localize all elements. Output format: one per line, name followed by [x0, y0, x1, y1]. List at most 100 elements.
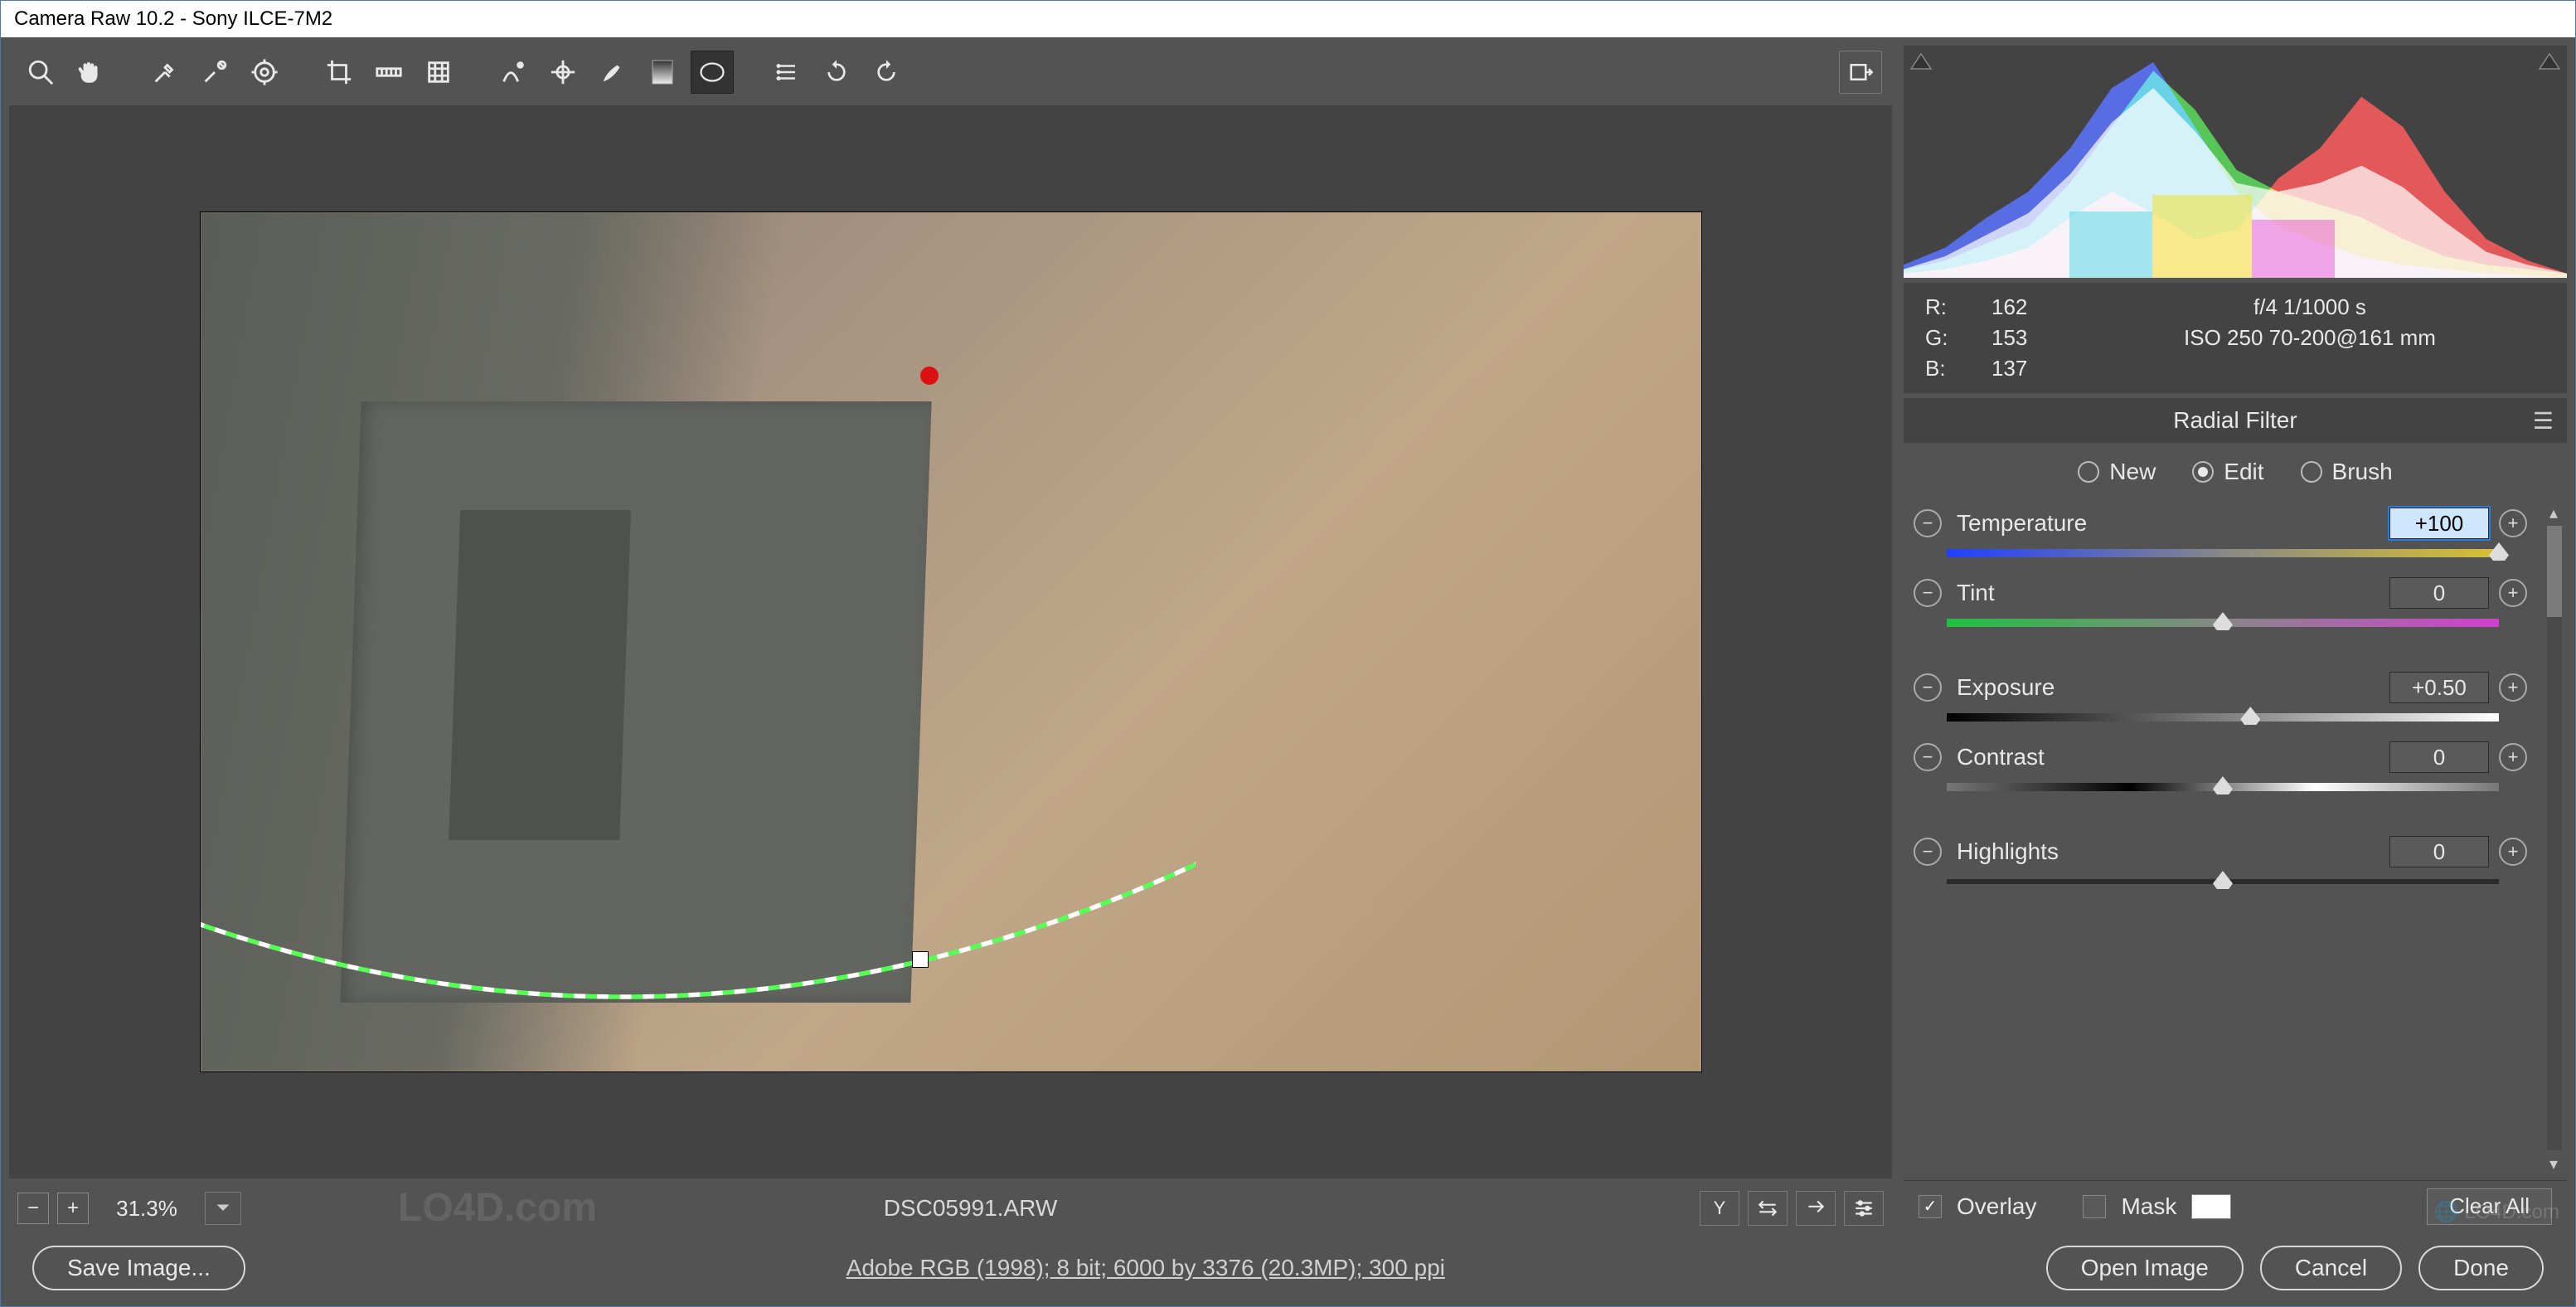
slider-label: Contrast: [1957, 744, 2380, 770]
copy-settings-button[interactable]: [1796, 1191, 1836, 1226]
slider-track[interactable]: [1947, 874, 2499, 889]
slider-value[interactable]: 0: [2389, 741, 2489, 773]
sliders-list: ▴ ▾ −Temperature+100+−Tint0+−Exposure+0.…: [1904, 501, 2567, 1175]
histogram[interactable]: [1904, 46, 2567, 278]
slider-value[interactable]: +0.50: [2389, 672, 2489, 703]
before-after-button[interactable]: Y: [1700, 1191, 1739, 1226]
r-label: R:: [1925, 294, 1991, 320]
plus-icon[interactable]: +: [2499, 743, 2527, 771]
highlight-clip-icon[interactable]: [2537, 51, 2562, 72]
preferences-icon[interactable]: [765, 51, 808, 94]
zoom-dropdown[interactable]: [205, 1192, 241, 1225]
zoom-level: 31.3%: [97, 1192, 196, 1225]
slider-track[interactable]: [1947, 780, 2499, 794]
slider-track[interactable]: [1947, 546, 2499, 561]
mask-label: Mask: [2121, 1193, 2176, 1220]
mask-checkbox[interactable]: [2083, 1195, 2106, 1218]
minus-icon[interactable]: −: [1914, 509, 1942, 537]
open-image-button[interactable]: Open Image: [2046, 1246, 2244, 1290]
slider-exposure: −Exposure +0.50 +: [1914, 672, 2557, 731]
bottom-bar: Save Image... LO4D.com Adobe RGB (1998);…: [9, 1238, 2567, 1298]
straighten-icon[interactable]: [367, 51, 410, 94]
minus-icon[interactable]: −: [1914, 673, 1942, 702]
rotate-left-icon[interactable]: [815, 51, 858, 94]
scroll-down-icon[interactable]: ▾: [2542, 1152, 2565, 1175]
clear-all-button[interactable]: Clear All: [2427, 1188, 2552, 1225]
slider-tint: −Tint 0 +: [1914, 577, 2557, 637]
graduated-filter-icon[interactable]: [641, 51, 684, 94]
scroll-up-icon[interactable]: ▴: [2542, 501, 2565, 524]
radial-filter-icon[interactable]: [691, 51, 734, 94]
minus-icon[interactable]: −: [1914, 743, 1942, 771]
adjustment-brush-icon[interactable]: [591, 51, 634, 94]
slider-thumb[interactable]: [2489, 542, 2509, 561]
slider-thumb[interactable]: [2213, 776, 2233, 794]
slider-contrast: −Contrast 0 +: [1914, 741, 2557, 801]
workflow-options-link[interactable]: Adobe RGB (1998); 8 bit; 6000 by 3376 (2…: [847, 1255, 1445, 1281]
slider-highlights: −Highlights 0 +: [1914, 836, 2557, 896]
mask-color-swatch[interactable]: [2191, 1194, 2231, 1219]
preview-status-bar: − + 31.3% DSC05991.ARW Y: [9, 1185, 1892, 1232]
b-value: 137: [1991, 356, 2074, 381]
plus-icon[interactable]: +: [2499, 673, 2527, 702]
slider-thumb[interactable]: [2240, 707, 2260, 725]
overlay-checkbox[interactable]: ✓: [1919, 1195, 1942, 1218]
spot-removal-icon[interactable]: [492, 51, 535, 94]
overlay-handle[interactable]: [913, 952, 928, 967]
cancel-button[interactable]: Cancel: [2260, 1246, 2402, 1290]
eyedropper-icon[interactable]: [143, 51, 187, 94]
slider-value[interactable]: +100: [2389, 508, 2489, 539]
slider-thumb[interactable]: [2213, 612, 2233, 630]
g-value: 153: [1991, 325, 2074, 351]
minus-icon[interactable]: −: [1914, 579, 1942, 607]
done-button[interactable]: Done: [2418, 1246, 2544, 1290]
slider-track[interactable]: [1947, 615, 2499, 630]
rotate-right-icon[interactable]: [865, 51, 908, 94]
exif-line2: ISO 250 70-200@161 mm: [2074, 325, 2545, 351]
adjustments-panel: R:162 f/4 1/1000 s G:153 ISO 250 70-200@…: [1904, 46, 2567, 1232]
zoom-out-button[interactable]: −: [17, 1193, 49, 1224]
slider-label: Exposure: [1957, 674, 2380, 701]
b-label: B:: [1925, 356, 1991, 381]
panel-title: Radial Filter ☰: [1904, 398, 2567, 443]
export-icon[interactable]: [1839, 51, 1882, 94]
scrollbar-thumb[interactable]: [2547, 526, 2562, 617]
window-titlebar: Camera Raw 10.2 - Sony ILCE-7M2: [1, 1, 2575, 37]
slider-value[interactable]: 0: [2389, 577, 2489, 609]
sample-point[interactable]: [920, 367, 939, 385]
minus-icon[interactable]: −: [1914, 838, 1942, 866]
redeye-icon[interactable]: [541, 51, 585, 94]
zoom-icon[interactable]: [19, 51, 62, 94]
sliders-button[interactable]: [1844, 1191, 1884, 1226]
radio-icon: [2192, 461, 2214, 483]
overlay-row: ✓ Overlay Mask Clear All: [1904, 1180, 2567, 1232]
slider-thumb[interactable]: [2213, 871, 2233, 889]
plus-icon[interactable]: +: [2499, 838, 2527, 866]
plus-icon[interactable]: +: [2499, 509, 2527, 537]
mode-edit[interactable]: Edit: [2192, 459, 2263, 485]
hand-icon[interactable]: [69, 51, 112, 94]
radio-icon: [2301, 461, 2322, 483]
shadow-clip-icon[interactable]: [1909, 51, 1933, 72]
slider-value[interactable]: 0: [2389, 836, 2489, 867]
g-label: G:: [1925, 325, 1991, 351]
slider-track[interactable]: [1947, 710, 2499, 725]
slider-label: Tint: [1957, 580, 2380, 606]
scrollbar-track[interactable]: [2547, 526, 2562, 1150]
image-preview[interactable]: [9, 105, 1892, 1178]
radial-filter-overlay[interactable]: [201, 814, 1196, 1071]
exif-line1: f/4 1/1000 s: [2074, 294, 2545, 320]
save-image-button[interactable]: Save Image...: [32, 1246, 245, 1290]
filter-mode-row: New Edit Brush: [1904, 448, 2567, 496]
transform-icon[interactable]: [417, 51, 460, 94]
crop-icon[interactable]: [318, 51, 361, 94]
mode-new[interactable]: New: [2078, 459, 2156, 485]
color-sampler-icon[interactable]: [193, 51, 236, 94]
zoom-in-button[interactable]: +: [57, 1193, 89, 1224]
plus-icon[interactable]: +: [2499, 579, 2527, 607]
swap-button[interactable]: [1748, 1191, 1788, 1226]
panel-menu-icon[interactable]: ☰: [2533, 407, 2554, 435]
targeted-adjust-icon[interactable]: [243, 51, 286, 94]
slider-label: Highlights: [1957, 838, 2380, 865]
mode-brush[interactable]: Brush: [2301, 459, 2393, 485]
